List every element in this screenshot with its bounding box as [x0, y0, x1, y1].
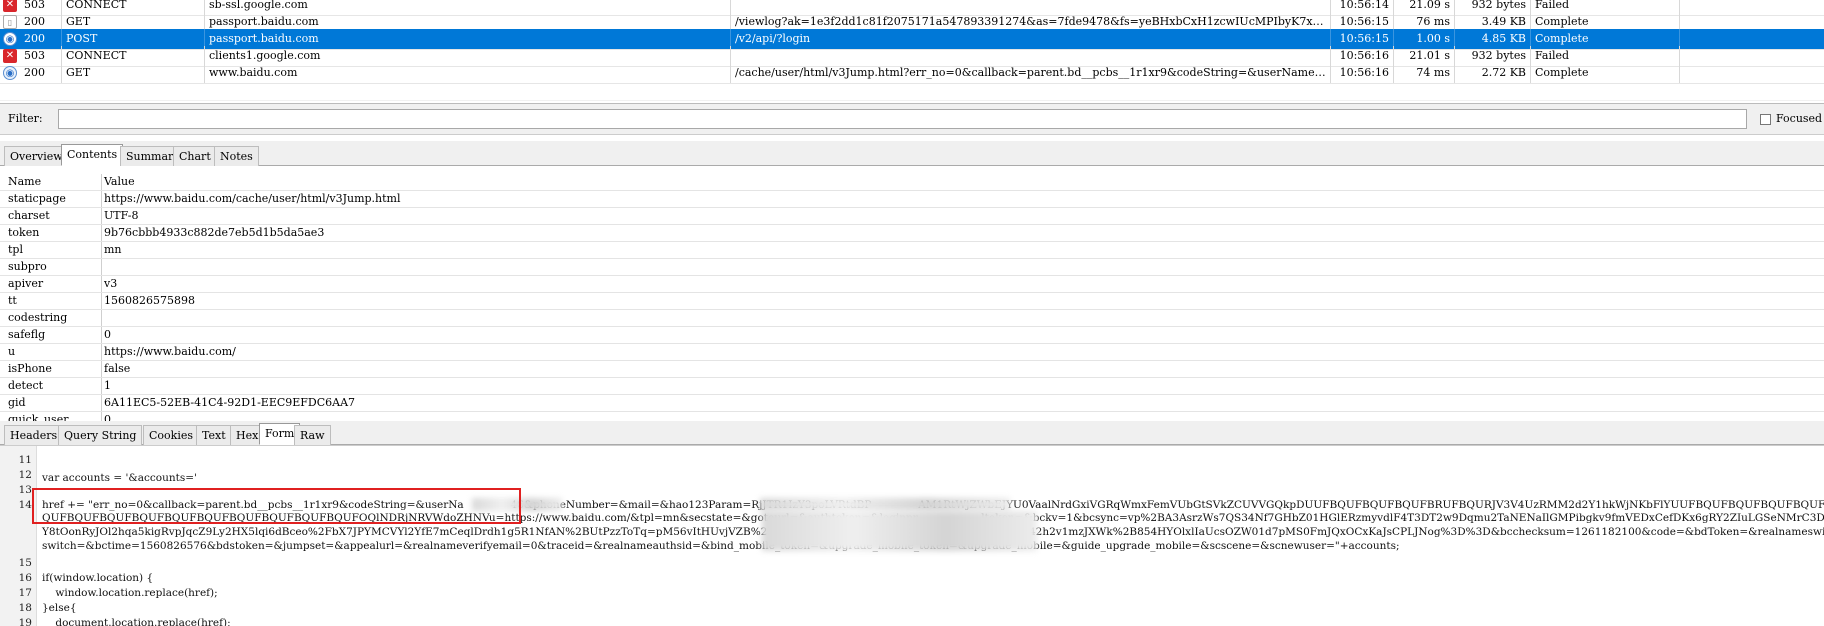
failed-icon: ✕ [3, 0, 17, 12]
code-line: var accounts = '&accounts=' [42, 472, 197, 484]
tab-overview[interactable]: Overview [4, 146, 69, 166]
code-viewer[interactable]: 11 12 13 14 15 16 17 18 19 var accounts … [0, 445, 1824, 626]
form-row-value: 0 [104, 413, 111, 421]
form-row-name: quick_user [0, 412, 102, 421]
line-number: 11 [18, 454, 32, 466]
form-row-value: 1560826575898 [104, 294, 195, 307]
document-icon: ▯ [3, 15, 17, 29]
code-line: window.location.replace(href); [42, 587, 218, 599]
form-row-name: charset [0, 208, 102, 224]
form-row[interactable]: tpl mn [0, 242, 1824, 259]
form-row-value: 1 [104, 379, 111, 392]
focused-label: Focused [1776, 112, 1823, 125]
form-row-value: mn [104, 243, 122, 256]
code-line: switch=&bctime=1560826576&bdstoken=&jump… [42, 540, 1400, 552]
line-number: 15 [18, 557, 32, 569]
redaction-blur [760, 498, 1010, 511]
tab-notes[interactable]: Notes [214, 146, 259, 166]
form-row[interactable]: quick_user 0 [0, 412, 1824, 421]
globe-icon: ◉ [3, 32, 17, 46]
form-row-name: gid [0, 395, 102, 411]
line-number: 17 [18, 587, 32, 599]
form-row-value: false [104, 362, 131, 375]
form-row-value [102, 259, 104, 275]
form-row-name: codestring [0, 310, 102, 326]
line-number: 13 [18, 484, 32, 496]
form-row[interactable]: isPhone false [0, 361, 1824, 378]
tab-text[interactable]: Text [196, 425, 232, 445]
code-line: }else{ [42, 602, 77, 614]
tab-raw[interactable]: Raw [294, 425, 331, 445]
form-grid-header: Name Value [0, 174, 1824, 191]
filter-bar: Filter: Focused [0, 104, 1824, 135]
focused-checkbox[interactable] [1760, 114, 1771, 125]
inspector-tabs: Overview Contents Summary Chart Notes [0, 141, 1824, 166]
form-row-value: https://www.baidu.com/ [104, 345, 236, 358]
form-row-value: v3 [104, 277, 118, 290]
form-row[interactable]: subpro [0, 259, 1824, 276]
column-header-value[interactable]: Value [102, 174, 135, 190]
form-row[interactable]: u https://www.baidu.com/ [0, 344, 1824, 361]
tab-contents[interactable]: Contents [61, 144, 124, 166]
form-row-name: apiver [0, 276, 102, 292]
tab-cookies[interactable]: Cookies [143, 425, 199, 445]
form-row[interactable]: tt 1560826575898 [0, 293, 1824, 310]
form-row[interactable]: apiver v3 [0, 276, 1824, 293]
form-row-name: subpro [0, 259, 102, 275]
form-grid: Name Value staticpage https://www.baidu.c… [0, 166, 1824, 421]
form-row-name: u [0, 344, 102, 360]
form-row-value: 0 [104, 328, 111, 341]
redaction-blur [762, 511, 1037, 551]
form-row-value [102, 310, 104, 326]
form-row[interactable]: safeflg 0 [0, 327, 1824, 344]
form-row-name: staticpage [0, 191, 102, 207]
filter-label: Filter: [8, 112, 43, 125]
highlight-annotation [32, 488, 521, 524]
form-row[interactable]: codestring [0, 310, 1824, 327]
form-row[interactable]: token 9b76cbbb4933c882de7eb5d1b5da5ae3 [0, 225, 1824, 242]
tab-query-string[interactable]: Query String [58, 425, 143, 445]
form-row-name: isPhone [0, 361, 102, 377]
line-number: 18 [18, 602, 32, 614]
session-list: ✕ 503 CONNECT sb-ssl.google.com 10:56:14 21.0… [0, 0, 1824, 104]
response-tabs: Headers Query String Cookies Text Hex Fo… [0, 421, 1824, 445]
line-number: 16 [18, 572, 32, 584]
code-line: if(window.location) { [42, 572, 154, 584]
failed-icon: ✕ [3, 49, 17, 63]
tab-headers[interactable]: Headers [4, 425, 64, 445]
form-row-name: safeflg [0, 327, 102, 343]
form-row[interactable]: detect 1 [0, 378, 1824, 395]
form-row-value: UTF-8 [104, 209, 139, 222]
line-number-gutter: 11 12 13 14 15 16 17 18 19 [0, 446, 37, 626]
form-row-name: detect [0, 378, 102, 394]
form-row-name: tt [0, 293, 102, 309]
line-number: 14 [18, 499, 32, 511]
column-header-name[interactable]: Name [0, 174, 102, 190]
form-row[interactable]: staticpage https://www.baidu.com/cache/us… [0, 191, 1824, 208]
form-row[interactable]: charset UTF-8 [0, 208, 1824, 225]
session-row-partial[interactable] [0, 80, 1824, 101]
tab-chart[interactable]: Chart [173, 146, 217, 166]
form-row-name: token [0, 225, 102, 241]
form-row-value: 9b76cbbb4933c882de7eb5d1b5da5ae3 [104, 226, 325, 239]
form-row-value: https://www.baidu.com/cache/user/html/v3… [104, 192, 401, 205]
globe-icon: ◉ [3, 66, 17, 80]
form-row-name: tpl [0, 242, 102, 258]
form-row[interactable]: gid 6A11EC5-52EB-41C4-92D1-EEC9EFDC6AA7 [0, 395, 1824, 412]
filter-input[interactable] [58, 109, 1747, 129]
line-number: 12 [18, 469, 32, 481]
form-row-value: 6A11EC5-52EB-41C4-92D1-EEC9EFDC6AA7 [104, 396, 356, 409]
